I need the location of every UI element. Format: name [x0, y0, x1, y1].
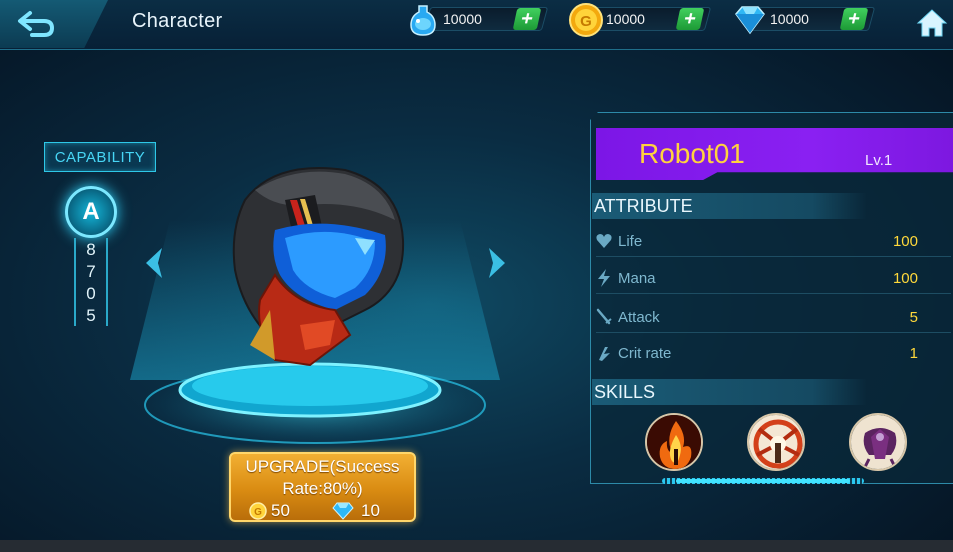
row-divider: [596, 332, 951, 333]
attribute-label: Life: [618, 233, 643, 250]
add-gold-button[interactable]: +: [675, 8, 705, 30]
skill-scroll-indicator[interactable]: [676, 479, 850, 483]
capability-digit: 5: [86, 305, 96, 325]
add-diamond-button[interactable]: +: [839, 8, 869, 30]
svg-text:G: G: [254, 507, 262, 518]
lightning-icon: [598, 269, 610, 287]
character-name: Robot01: [639, 138, 745, 169]
attribute-value: 5: [909, 309, 918, 326]
home-icon[interactable]: [916, 8, 948, 38]
attribute-row-attack: Attack 5: [596, 306, 951, 333]
capability-label: CAPABILITY: [44, 142, 156, 172]
sword-icon: [596, 308, 612, 325]
heart-icon: [596, 234, 612, 248]
character-level: Lv.1: [865, 152, 893, 169]
character-helmet: [232, 167, 405, 367]
upgrade-label: UPGRADE(Success Rate:80%): [245, 457, 400, 498]
attribute-row-crit-rate: Crit rate 1: [596, 342, 926, 366]
mana-value: 10000: [443, 11, 482, 27]
attribute-row-mana: Mana 100: [596, 267, 951, 294]
row-divider: [596, 293, 951, 294]
top-bar: Character 10000 + G 10000 + 10000 +: [0, 0, 953, 50]
crit-icon: [599, 347, 610, 361]
resource-diamond: 10000 +: [732, 5, 876, 35]
skill-slot-2[interactable]: [747, 413, 805, 471]
back-button[interactable]: [0, 0, 108, 48]
row-divider: [596, 256, 951, 257]
attribute-value: 1: [909, 345, 918, 362]
attribute-value: 100: [892, 270, 918, 287]
upgrade-button[interactable]: UPGRADE(Success Rate:80%) G 50 10: [229, 452, 416, 522]
capability-digit: 0: [86, 283, 96, 303]
resource-gold: G 10000 +: [568, 3, 712, 37]
next-character-button[interactable]: [485, 246, 509, 280]
previous-character-button[interactable]: [142, 246, 166, 280]
upgrade-diamond-cost: 10: [361, 501, 380, 520]
capability-digit: 7: [86, 261, 96, 281]
back-arrow-icon: [18, 11, 55, 37]
gold-coin-icon: G: [249, 502, 267, 520]
attribute-row-life: Life 100: [596, 230, 951, 257]
attribute-label: Attack: [618, 309, 660, 326]
diamond-icon: [332, 502, 354, 520]
gold-coin-icon: G: [569, 3, 603, 37]
bottom-strip: [0, 540, 953, 552]
attribute-label: Mana: [618, 270, 656, 287]
attribute-value: 100: [892, 233, 918, 250]
svg-text:G: G: [580, 13, 592, 30]
attribute-heading: ATTRIBUTE: [592, 193, 867, 219]
diamond-value: 10000: [770, 11, 809, 27]
attribute-label: Crit rate: [618, 345, 672, 362]
skill-slot-1[interactable]: [645, 413, 703, 471]
mana-potion-icon: [410, 5, 436, 36]
capability-digit: 8: [86, 239, 96, 259]
page-title: Character: [132, 10, 223, 32]
resource-mana: 10000 +: [405, 5, 549, 36]
skills-heading: SKILLS: [592, 379, 867, 405]
gold-value: 10000: [606, 11, 645, 27]
upgrade-gold-cost: 50: [271, 501, 290, 520]
skill-slot-3[interactable]: [849, 413, 907, 471]
add-mana-button[interactable]: +: [512, 8, 542, 30]
diamond-icon: [735, 6, 765, 35]
